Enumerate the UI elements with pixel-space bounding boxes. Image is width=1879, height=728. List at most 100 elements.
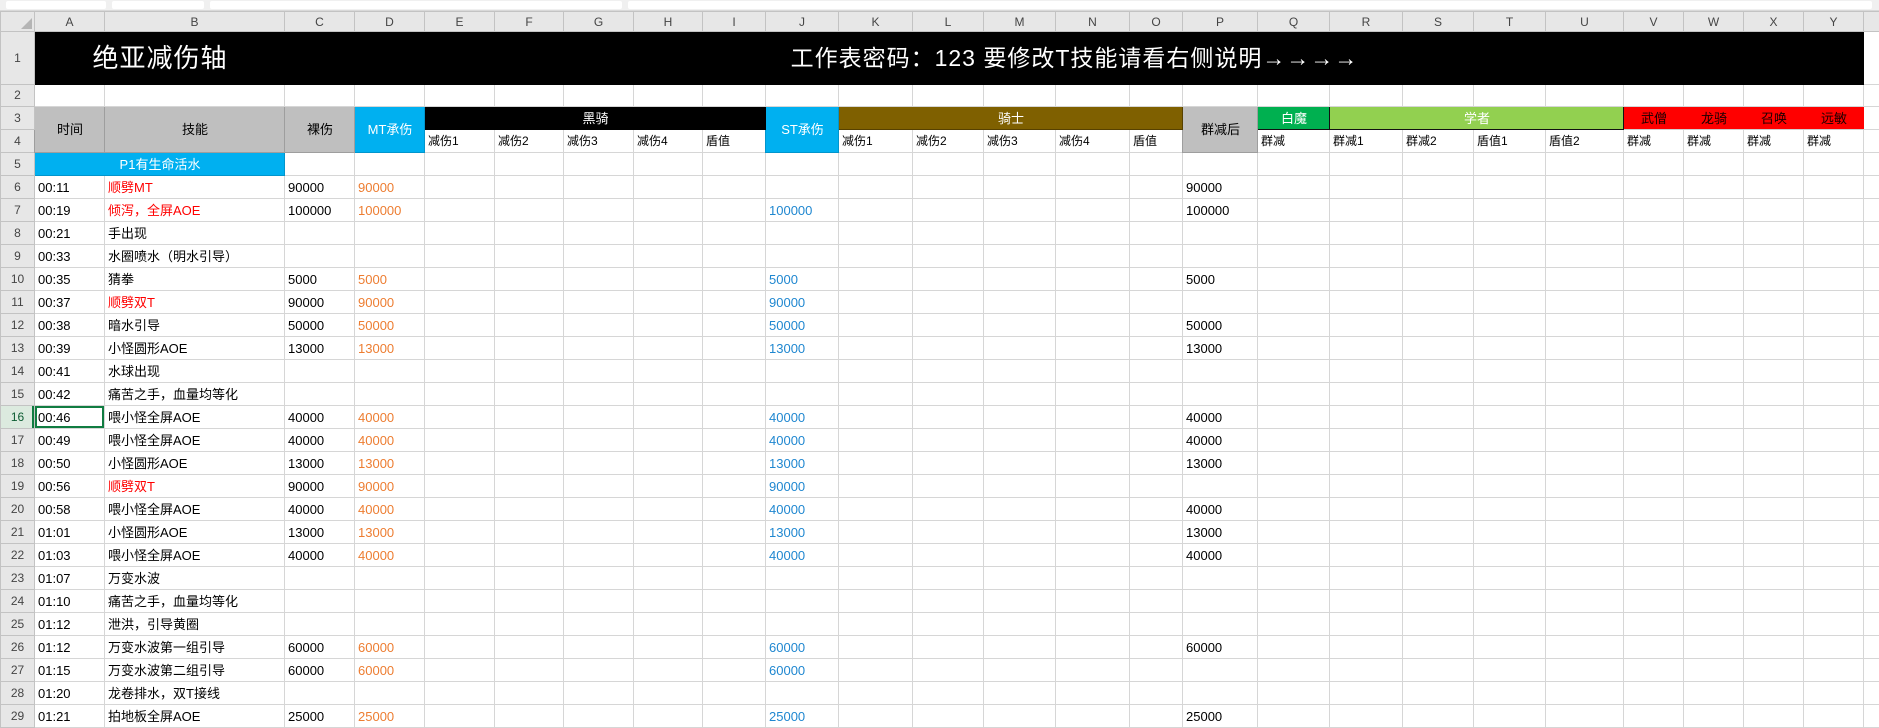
cell-Y27[interactable]: [1804, 659, 1864, 682]
cell-P25[interactable]: [1183, 613, 1258, 636]
cell-U20[interactable]: [1546, 498, 1624, 521]
cell-V8[interactable]: [1624, 222, 1684, 245]
cell-B14[interactable]: 水球出现: [105, 360, 285, 383]
cell-T5[interactable]: [1474, 153, 1546, 176]
cell-N29[interactable]: [1056, 705, 1130, 728]
cell-I28[interactable]: [703, 682, 766, 705]
cell-A13[interactable]: 00:39: [35, 337, 105, 360]
cell-A14[interactable]: 00:41: [35, 360, 105, 383]
cell-H5[interactable]: [634, 153, 703, 176]
cell-T6[interactable]: [1474, 176, 1546, 199]
cell-K28[interactable]: [839, 682, 913, 705]
cell-M13[interactable]: [984, 337, 1056, 360]
cell-Y8[interactable]: [1804, 222, 1864, 245]
cell-L7[interactable]: [913, 199, 984, 222]
cell-Q16[interactable]: [1258, 406, 1330, 429]
cell-X25[interactable]: [1744, 613, 1804, 636]
cell-S8[interactable]: [1403, 222, 1474, 245]
cell-I29[interactable]: [703, 705, 766, 728]
column-letter-J[interactable]: J: [766, 12, 839, 32]
cell-C5[interactable]: [285, 153, 355, 176]
cell-O20[interactable]: [1130, 498, 1183, 521]
cell-X15[interactable]: [1744, 383, 1804, 406]
cell-H2[interactable]: [634, 85, 703, 107]
cell-V10[interactable]: [1624, 268, 1684, 291]
cell-H16[interactable]: [634, 406, 703, 429]
cell-R11[interactable]: [1330, 291, 1403, 314]
cell-G16[interactable]: [564, 406, 634, 429]
cell-B6[interactable]: 顺劈MT: [105, 176, 285, 199]
cell-T24[interactable]: [1474, 590, 1546, 613]
cell-M22[interactable]: [984, 544, 1056, 567]
cell-M2[interactable]: [984, 85, 1056, 107]
cell-V12[interactable]: [1624, 314, 1684, 337]
cell-J12[interactable]: 50000: [766, 314, 839, 337]
cell-W25[interactable]: [1684, 613, 1744, 636]
column-letter-T[interactable]: T: [1474, 12, 1546, 32]
cell-W10[interactable]: [1684, 268, 1744, 291]
cell-K2[interactable]: [839, 85, 913, 107]
cell-J15[interactable]: [766, 383, 839, 406]
cell-J29[interactable]: 25000: [766, 705, 839, 728]
cell-B18[interactable]: 小怪圆形AOE: [105, 452, 285, 475]
cell-V24[interactable]: [1624, 590, 1684, 613]
cell-U2[interactable]: [1546, 85, 1624, 107]
cell-Y28[interactable]: [1804, 682, 1864, 705]
row-number-3[interactable]: 3: [1, 107, 35, 130]
cell-Y24[interactable]: [1804, 590, 1864, 613]
cell-W23[interactable]: [1684, 567, 1744, 590]
header-smn-party-mit[interactable]: 群减: [1744, 130, 1804, 153]
cell-T16[interactable]: [1474, 406, 1546, 429]
cell-S13[interactable]: [1403, 337, 1474, 360]
header-group-ranged[interactable]: 远敏: [1804, 107, 1864, 130]
cell-L29[interactable]: [913, 705, 984, 728]
cell-O6[interactable]: [1130, 176, 1183, 199]
cell-S11[interactable]: [1403, 291, 1474, 314]
cell-X22[interactable]: [1744, 544, 1804, 567]
cell-W12[interactable]: [1684, 314, 1744, 337]
cell-P10[interactable]: 5000: [1183, 268, 1258, 291]
cell-F16[interactable]: [495, 406, 564, 429]
row-number-28[interactable]: 28: [1, 682, 35, 705]
cell-D14[interactable]: [355, 360, 425, 383]
cell-T13[interactable]: [1474, 337, 1546, 360]
cell-J5[interactable]: [766, 153, 839, 176]
cell-E11[interactable]: [425, 291, 495, 314]
cell-P16[interactable]: 40000: [1183, 406, 1258, 429]
cell-W13[interactable]: [1684, 337, 1744, 360]
cell-D19[interactable]: 90000: [355, 475, 425, 498]
cell-H29[interactable]: [634, 705, 703, 728]
cell-O14[interactable]: [1130, 360, 1183, 383]
header-pld-mit3[interactable]: 减伤3: [984, 130, 1056, 153]
cell-X8[interactable]: [1744, 222, 1804, 245]
cell-N9[interactable]: [1056, 245, 1130, 268]
cell-C9[interactable]: [285, 245, 355, 268]
cell-S12[interactable]: [1403, 314, 1474, 337]
cell-O26[interactable]: [1130, 636, 1183, 659]
cell-W29[interactable]: [1684, 705, 1744, 728]
cell-M21[interactable]: [984, 521, 1056, 544]
cell-H11[interactable]: [634, 291, 703, 314]
cell-V22[interactable]: [1624, 544, 1684, 567]
column-letter-R[interactable]: R: [1330, 12, 1403, 32]
cell-H6[interactable]: [634, 176, 703, 199]
cell-F7[interactable]: [495, 199, 564, 222]
cell-P26[interactable]: 60000: [1183, 636, 1258, 659]
cell-D18[interactable]: 13000: [355, 452, 425, 475]
cell-J14[interactable]: [766, 360, 839, 383]
cell-O22[interactable]: [1130, 544, 1183, 567]
row-number-14[interactable]: 14: [1, 360, 35, 383]
cell-O27[interactable]: [1130, 659, 1183, 682]
cell-I8[interactable]: [703, 222, 766, 245]
cell-P27[interactable]: [1183, 659, 1258, 682]
cell-A16[interactable]: 00:46: [35, 406, 105, 429]
cell-V25[interactable]: [1624, 613, 1684, 636]
cell-C21[interactable]: 13000: [285, 521, 355, 544]
cell-R21[interactable]: [1330, 521, 1403, 544]
cell-G11[interactable]: [564, 291, 634, 314]
cell-Y6[interactable]: [1804, 176, 1864, 199]
cell-C6[interactable]: 90000: [285, 176, 355, 199]
cell-U14[interactable]: [1546, 360, 1624, 383]
cell-R16[interactable]: [1330, 406, 1403, 429]
row-number-1[interactable]: 1: [1, 32, 35, 85]
